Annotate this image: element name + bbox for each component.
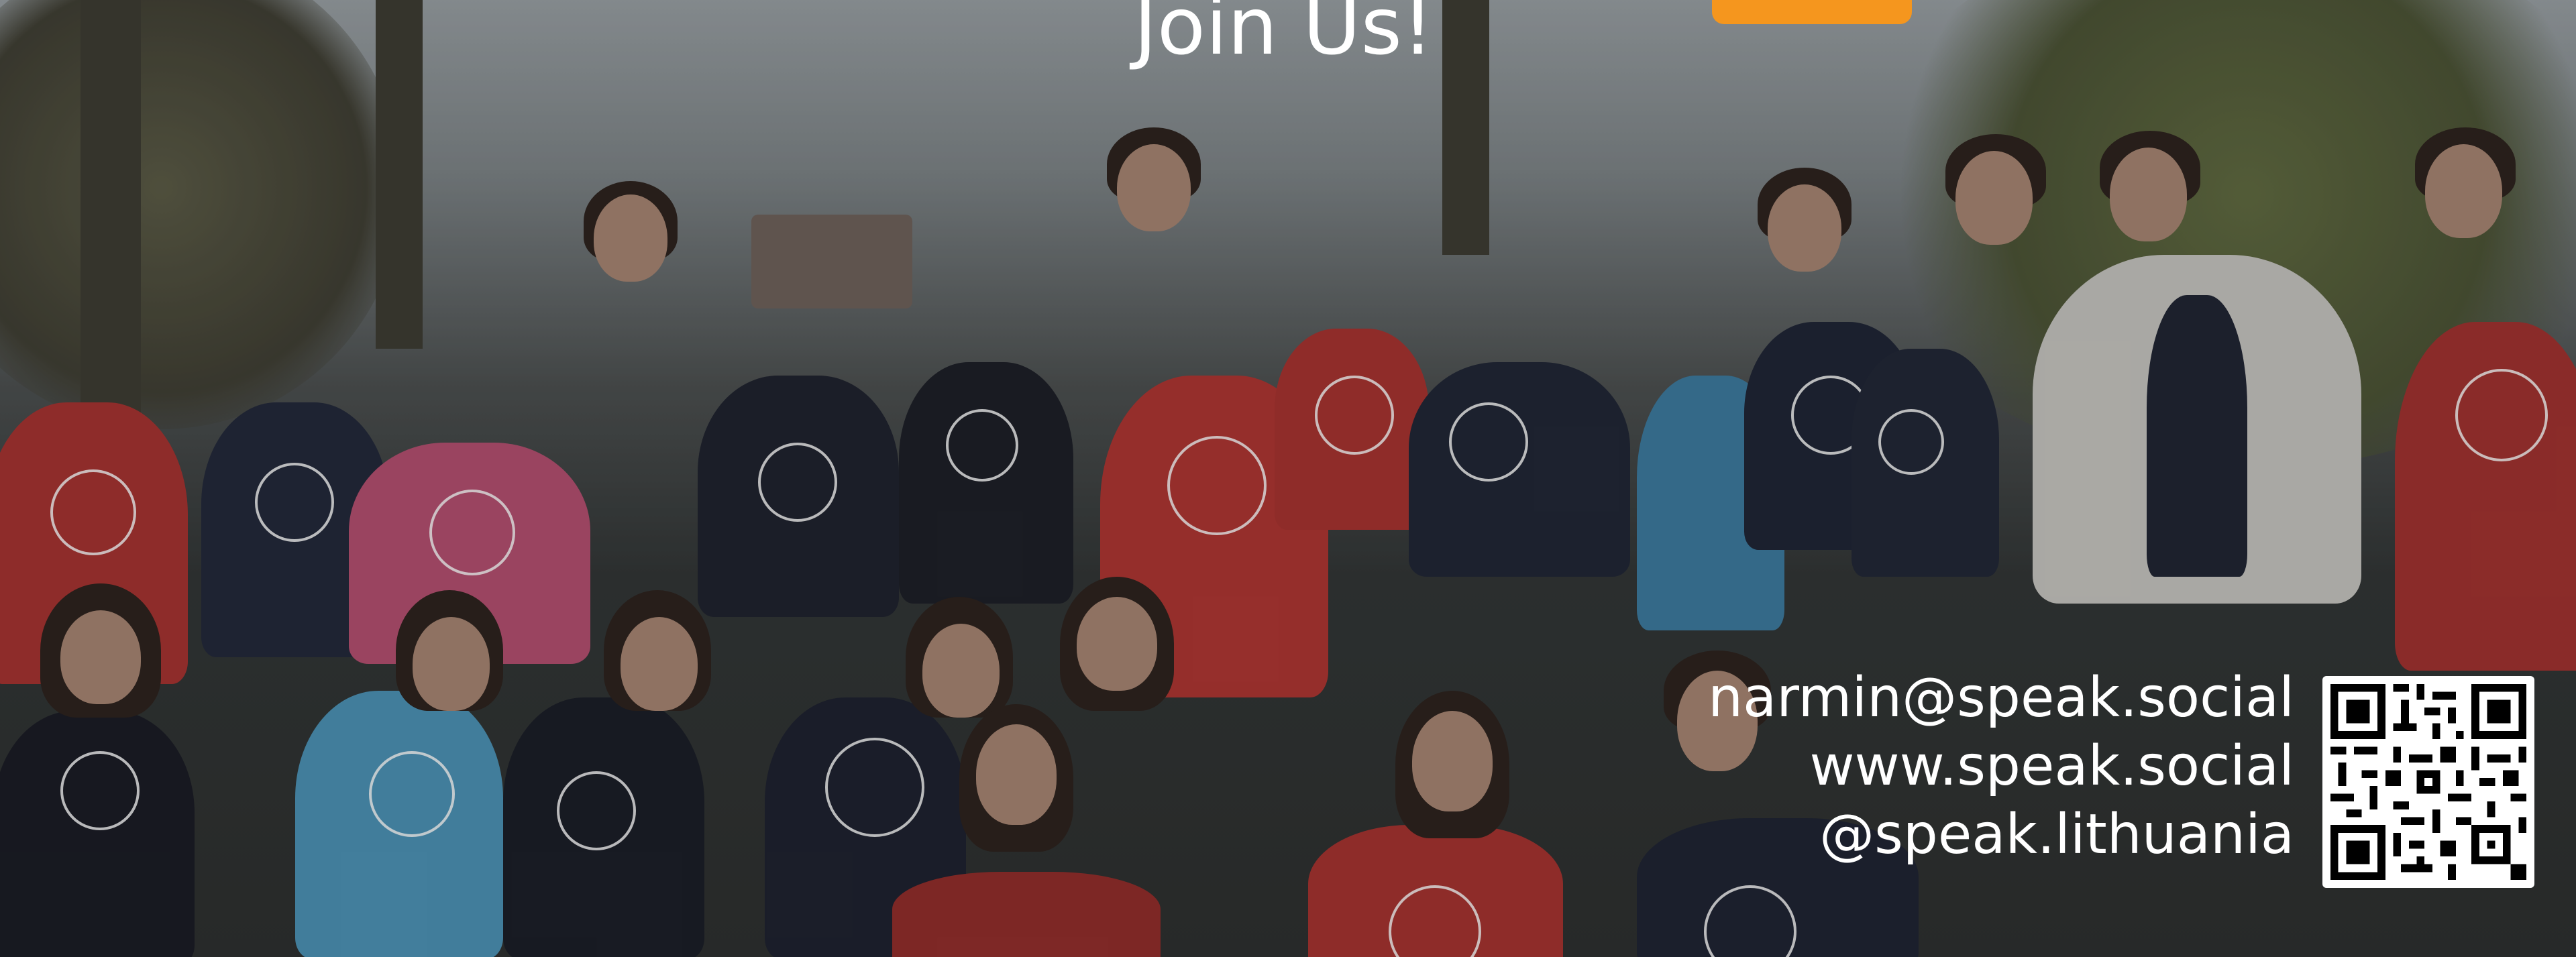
banner-title: Join Us!	[1134, 0, 1434, 72]
contact-block: narmin@speak.social www.speak.social @sp…	[1708, 664, 2294, 869]
accent-bar	[1712, 0, 1912, 24]
contact-website[interactable]: www.speak.social	[1708, 732, 2294, 801]
contact-handle[interactable]: @speak.lithuania	[1708, 801, 2294, 869]
contact-email[interactable]: narmin@speak.social	[1708, 664, 2294, 732]
qr-code[interactable]	[2322, 676, 2534, 888]
qr-code-icon	[2330, 684, 2526, 880]
